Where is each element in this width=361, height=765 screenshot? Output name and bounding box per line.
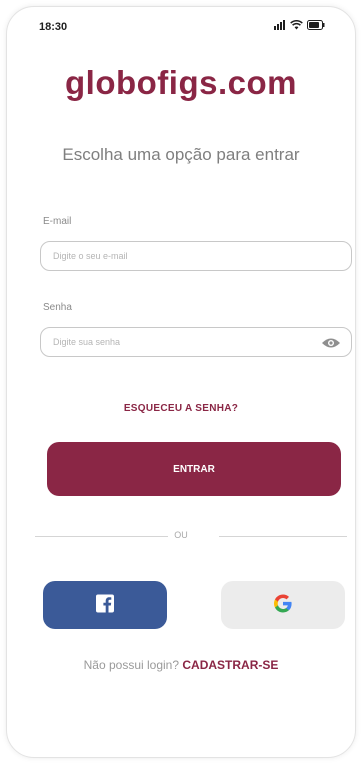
- facebook-icon: [96, 594, 114, 616]
- phone-frame: 18:30 globofigs.com Escolha uma opção pa…: [6, 6, 356, 758]
- wifi-icon: [290, 20, 303, 30]
- signal-icon: [274, 19, 285, 30]
- signup-link[interactable]: CADASTRAR-SE: [182, 658, 278, 672]
- status-icons: [274, 19, 325, 30]
- brand-logo: globofigs.com: [65, 64, 297, 101]
- page-subtitle: Escolha uma opção para entrar: [62, 145, 300, 164]
- battery-icon: [307, 20, 325, 30]
- eye-icon[interactable]: [321, 336, 341, 354]
- login-button[interactable]: ENTRAR: [47, 442, 341, 496]
- password-field-container: [40, 327, 352, 357]
- signup-prompt: Não possui login?: [83, 658, 180, 672]
- email-label: E-mail: [43, 216, 72, 227]
- password-field[interactable]: [41, 328, 313, 356]
- facebook-login-button[interactable]: [43, 581, 167, 629]
- divider-right: [219, 536, 347, 537]
- email-field-container: [40, 241, 352, 271]
- email-field[interactable]: [41, 242, 313, 270]
- google-icon: [274, 594, 292, 616]
- google-login-button[interactable]: [221, 581, 345, 629]
- forgot-password-link[interactable]: ESQUECEU A SENHA?: [7, 403, 355, 414]
- status-time: 18:30: [39, 21, 68, 33]
- signup-row: Não possui login? CADASTRAR-SE: [7, 658, 355, 672]
- divider-or: OU: [174, 530, 188, 540]
- password-label: Senha: [43, 302, 72, 313]
- status-bar: 18:30: [7, 7, 355, 47]
